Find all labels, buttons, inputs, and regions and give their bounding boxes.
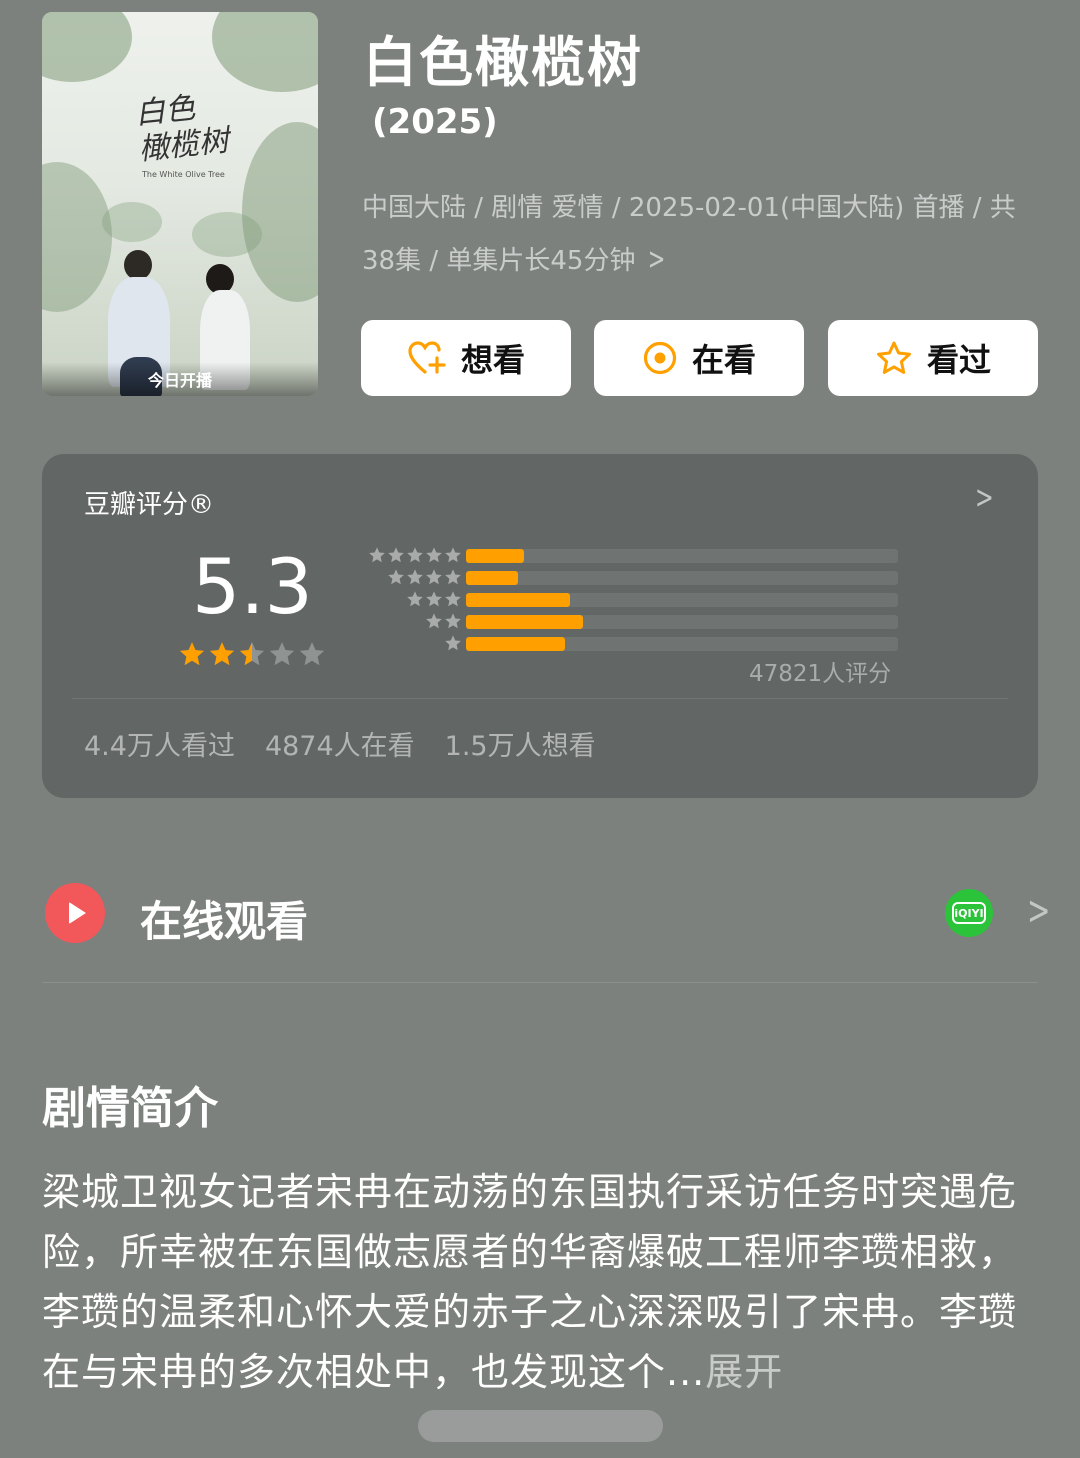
play-icon — [45, 883, 105, 943]
watched-button[interactable]: 看过 — [828, 320, 1038, 396]
want-to-watch-button[interactable]: 想看 — [361, 320, 571, 396]
rating-stars — [178, 640, 326, 668]
distribution-bar-track — [466, 637, 898, 651]
rating-label: 豆瓣评分® — [84, 490, 215, 520]
watching-label: 在看 — [691, 341, 756, 379]
distribution-star-icon — [388, 547, 404, 563]
watch-stats: 4.4万人看过 4874人在看 1.5万人想看 — [84, 724, 596, 763]
distribution-star-icon — [407, 591, 423, 607]
expand-link[interactable]: 展开 — [705, 1350, 783, 1394]
synopsis-body: 梁城卫视女记者宋冉在动荡的东国执行采访任务时突遇危险，所幸被在东国做志愿者的华裔… — [42, 1170, 1018, 1394]
meta-text: 中国大陆 / 剧情 爱情 / 2025-02-01(中国大陆) 首播 / 共38… — [362, 193, 1016, 276]
poster-badge: 今日开播 — [42, 362, 318, 396]
distribution-bar-track — [466, 549, 898, 563]
watched-label: 看过 — [926, 341, 991, 379]
rating-star-icon — [269, 642, 295, 666]
watching-button[interactable]: 在看 — [594, 320, 804, 396]
rating-card[interactable]: 豆瓣评分® > 5.3 47821人评分 4.4万人看过 4874人在看 1.5… — [42, 454, 1038, 798]
poster-subtitle: The White Olive Tree — [142, 170, 225, 179]
distribution-stars-2 — [354, 612, 462, 634]
divider — [42, 982, 1038, 983]
distribution-stars-5 — [354, 546, 462, 568]
target-circle-icon — [643, 341, 677, 375]
distribution-star-icon — [369, 547, 385, 563]
rating-star-icon — [209, 642, 235, 666]
watermark — [418, 1410, 663, 1442]
rating-star-icon — [299, 642, 325, 666]
distribution-star-icon — [445, 635, 461, 651]
meta-info[interactable]: 中国大陆 / 剧情 爱情 / 2025-02-01(中国大陆) 首播 / 共38… — [362, 182, 1042, 287]
divider — [72, 698, 1008, 699]
distribution-bar-track — [466, 571, 898, 585]
rating-star-icon — [179, 642, 205, 666]
watched-count: 4.4万人看过 — [84, 731, 235, 762]
distribution-bar-2 — [466, 615, 583, 629]
distribution-bar-3 — [466, 593, 570, 607]
star-outline-icon — [876, 341, 911, 374]
release-year: (2025) — [372, 102, 498, 142]
distribution-stars-3 — [354, 590, 462, 612]
distribution-star-icon — [426, 569, 442, 585]
rating-count: 47821人评分 — [749, 661, 892, 687]
distribution-star-icon — [445, 591, 461, 607]
page-title: 白色橄榄树 — [363, 31, 643, 94]
distribution-star-icon — [407, 569, 423, 585]
distribution-star-icon — [426, 547, 442, 563]
chevron-right-icon: > — [1027, 888, 1051, 934]
chevron-right-icon: > — [975, 478, 994, 516]
distribution-star-icon — [426, 591, 442, 607]
synopsis-title: 剧情简介 — [42, 1083, 218, 1134]
distribution-bar-track — [466, 593, 898, 607]
heart-plus-icon — [408, 341, 446, 374]
rating-score: 5.3 — [192, 542, 313, 631]
distribution-star-icon — [445, 547, 461, 563]
synopsis-text: 梁城卫视女记者宋冉在动荡的东国执行采访任务时突遇危险，所幸被在东国做志愿者的华裔… — [42, 1162, 1042, 1402]
distribution-star-icon — [388, 569, 404, 585]
distribution-star-icon — [445, 613, 461, 629]
chevron-right-icon: > — [647, 242, 666, 277]
iqiyi-text: iQIYI — [952, 902, 986, 924]
distribution-bar-1 — [466, 637, 565, 651]
distribution-bar-5 — [466, 549, 524, 563]
online-watch-label: 在线观看 — [140, 897, 309, 946]
want-to-watch-label: 想看 — [460, 341, 525, 379]
distribution-bar-track — [466, 615, 898, 629]
poster-image[interactable]: 白色 橄榄树 The White Olive Tree 今日开播 — [42, 12, 318, 396]
distribution-star-icon — [407, 547, 423, 563]
distribution-star-icon — [426, 613, 442, 629]
distribution-stars-1 — [354, 634, 462, 656]
watching-count: 4874人在看 — [264, 731, 415, 762]
distribution-bar-4 — [466, 571, 518, 585]
poster-title-art: 白色 橄榄树 — [133, 90, 231, 168]
rating-star-icon — [239, 642, 265, 666]
distribution-stars-4 — [354, 568, 462, 590]
online-watch-row[interactable]: 在线观看 iQIYI > — [42, 880, 1050, 950]
iqiyi-icon[interactable]: iQIYI — [945, 889, 993, 937]
distribution-star-icon — [445, 569, 461, 585]
want-count: 1.5万人想看 — [444, 731, 596, 762]
